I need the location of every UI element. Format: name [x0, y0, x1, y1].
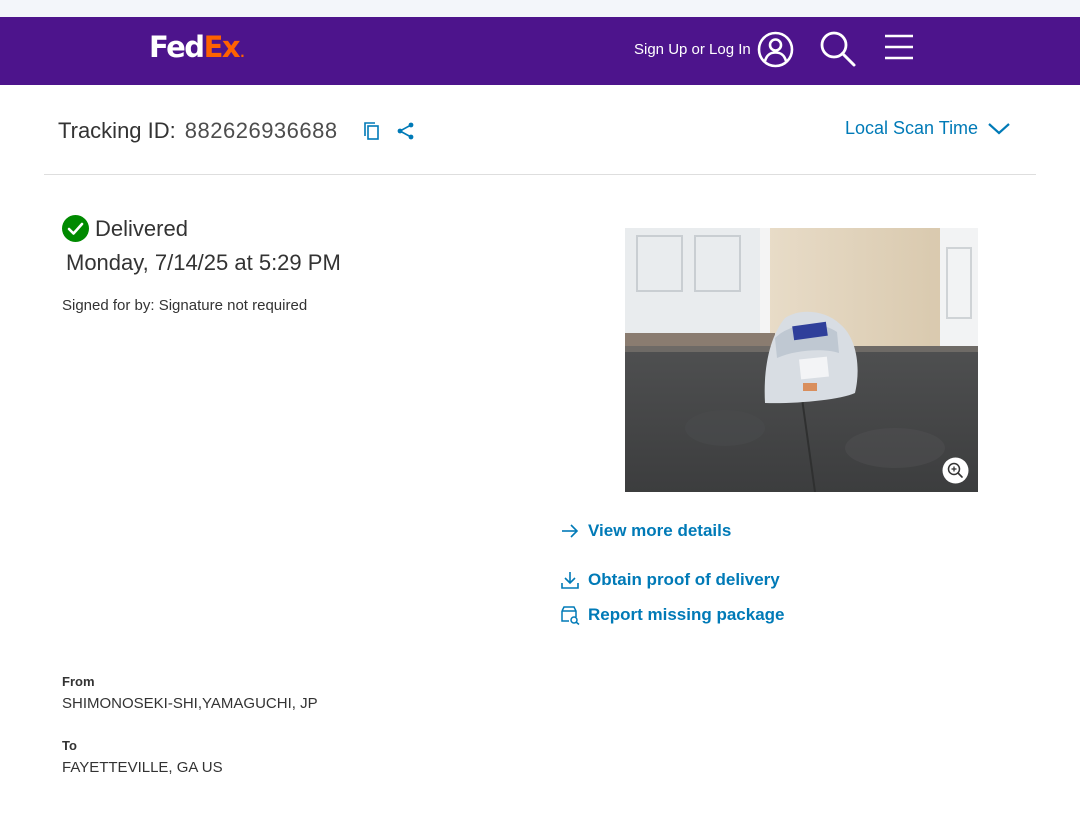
signed-for-text: Signed for by: Signature not required	[62, 297, 308, 314]
delivery-date: Monday, 7/14/25 at 5:29 PM	[66, 250, 341, 275]
view-more-details-link[interactable]: View more details	[560, 521, 731, 541]
obtain-proof-of-delivery-link[interactable]: Obtain proof of delivery	[560, 570, 780, 590]
top-strip	[0, 0, 1080, 17]
divider	[44, 174, 1036, 175]
delivery-status: Delivered	[62, 215, 188, 242]
proof-of-delivery-photo[interactable]	[625, 228, 978, 492]
view-more-details-label: View more details	[588, 521, 732, 540]
report-missing-package-link[interactable]: Report missing package	[560, 605, 785, 625]
check-circle-icon	[62, 215, 89, 242]
to-address: FAYETTEVILLE, GA US	[62, 759, 223, 776]
share-icon[interactable]	[396, 121, 416, 141]
tracking-id-label: Tracking ID:	[58, 118, 176, 143]
obtain-proof-of-delivery-label: Obtain proof of delivery	[588, 570, 780, 589]
logo-ex: Ex	[203, 30, 241, 64]
user-icon[interactable]	[757, 31, 794, 68]
tracking-id-row: Tracking ID: 882626936688	[58, 117, 338, 145]
fedex-logo[interactable]: FedEx.	[149, 30, 245, 70]
tracking-number: 882626936688	[184, 118, 338, 143]
status-text: Delivered	[95, 215, 188, 241]
package-search-icon	[561, 606, 580, 625]
logo-fed: Fed	[149, 30, 205, 64]
to-label: To	[62, 738, 77, 753]
from-label: From	[62, 674, 95, 689]
sign-in-link[interactable]: Sign Up or Log In	[634, 40, 751, 60]
logo-dot: .	[240, 46, 245, 60]
chevron-down-icon	[988, 122, 1010, 134]
copy-icon[interactable]	[362, 121, 382, 141]
download-icon	[561, 572, 579, 589]
local-scan-time-label: Local Scan Time	[845, 118, 979, 138]
menu-icon[interactable]	[884, 34, 914, 60]
zoom-in-icon[interactable]	[942, 457, 969, 484]
search-icon[interactable]	[819, 30, 857, 68]
arrow-right-icon	[562, 524, 579, 538]
site-header: FedEx. Sign Up or Log In	[0, 17, 1080, 85]
report-missing-package-label: Report missing package	[588, 605, 785, 624]
from-address: SHIMONOSEKI-SHI,YAMAGUCHI, JP	[62, 695, 318, 712]
local-scan-time-toggle[interactable]: Local Scan Time	[845, 118, 1011, 139]
